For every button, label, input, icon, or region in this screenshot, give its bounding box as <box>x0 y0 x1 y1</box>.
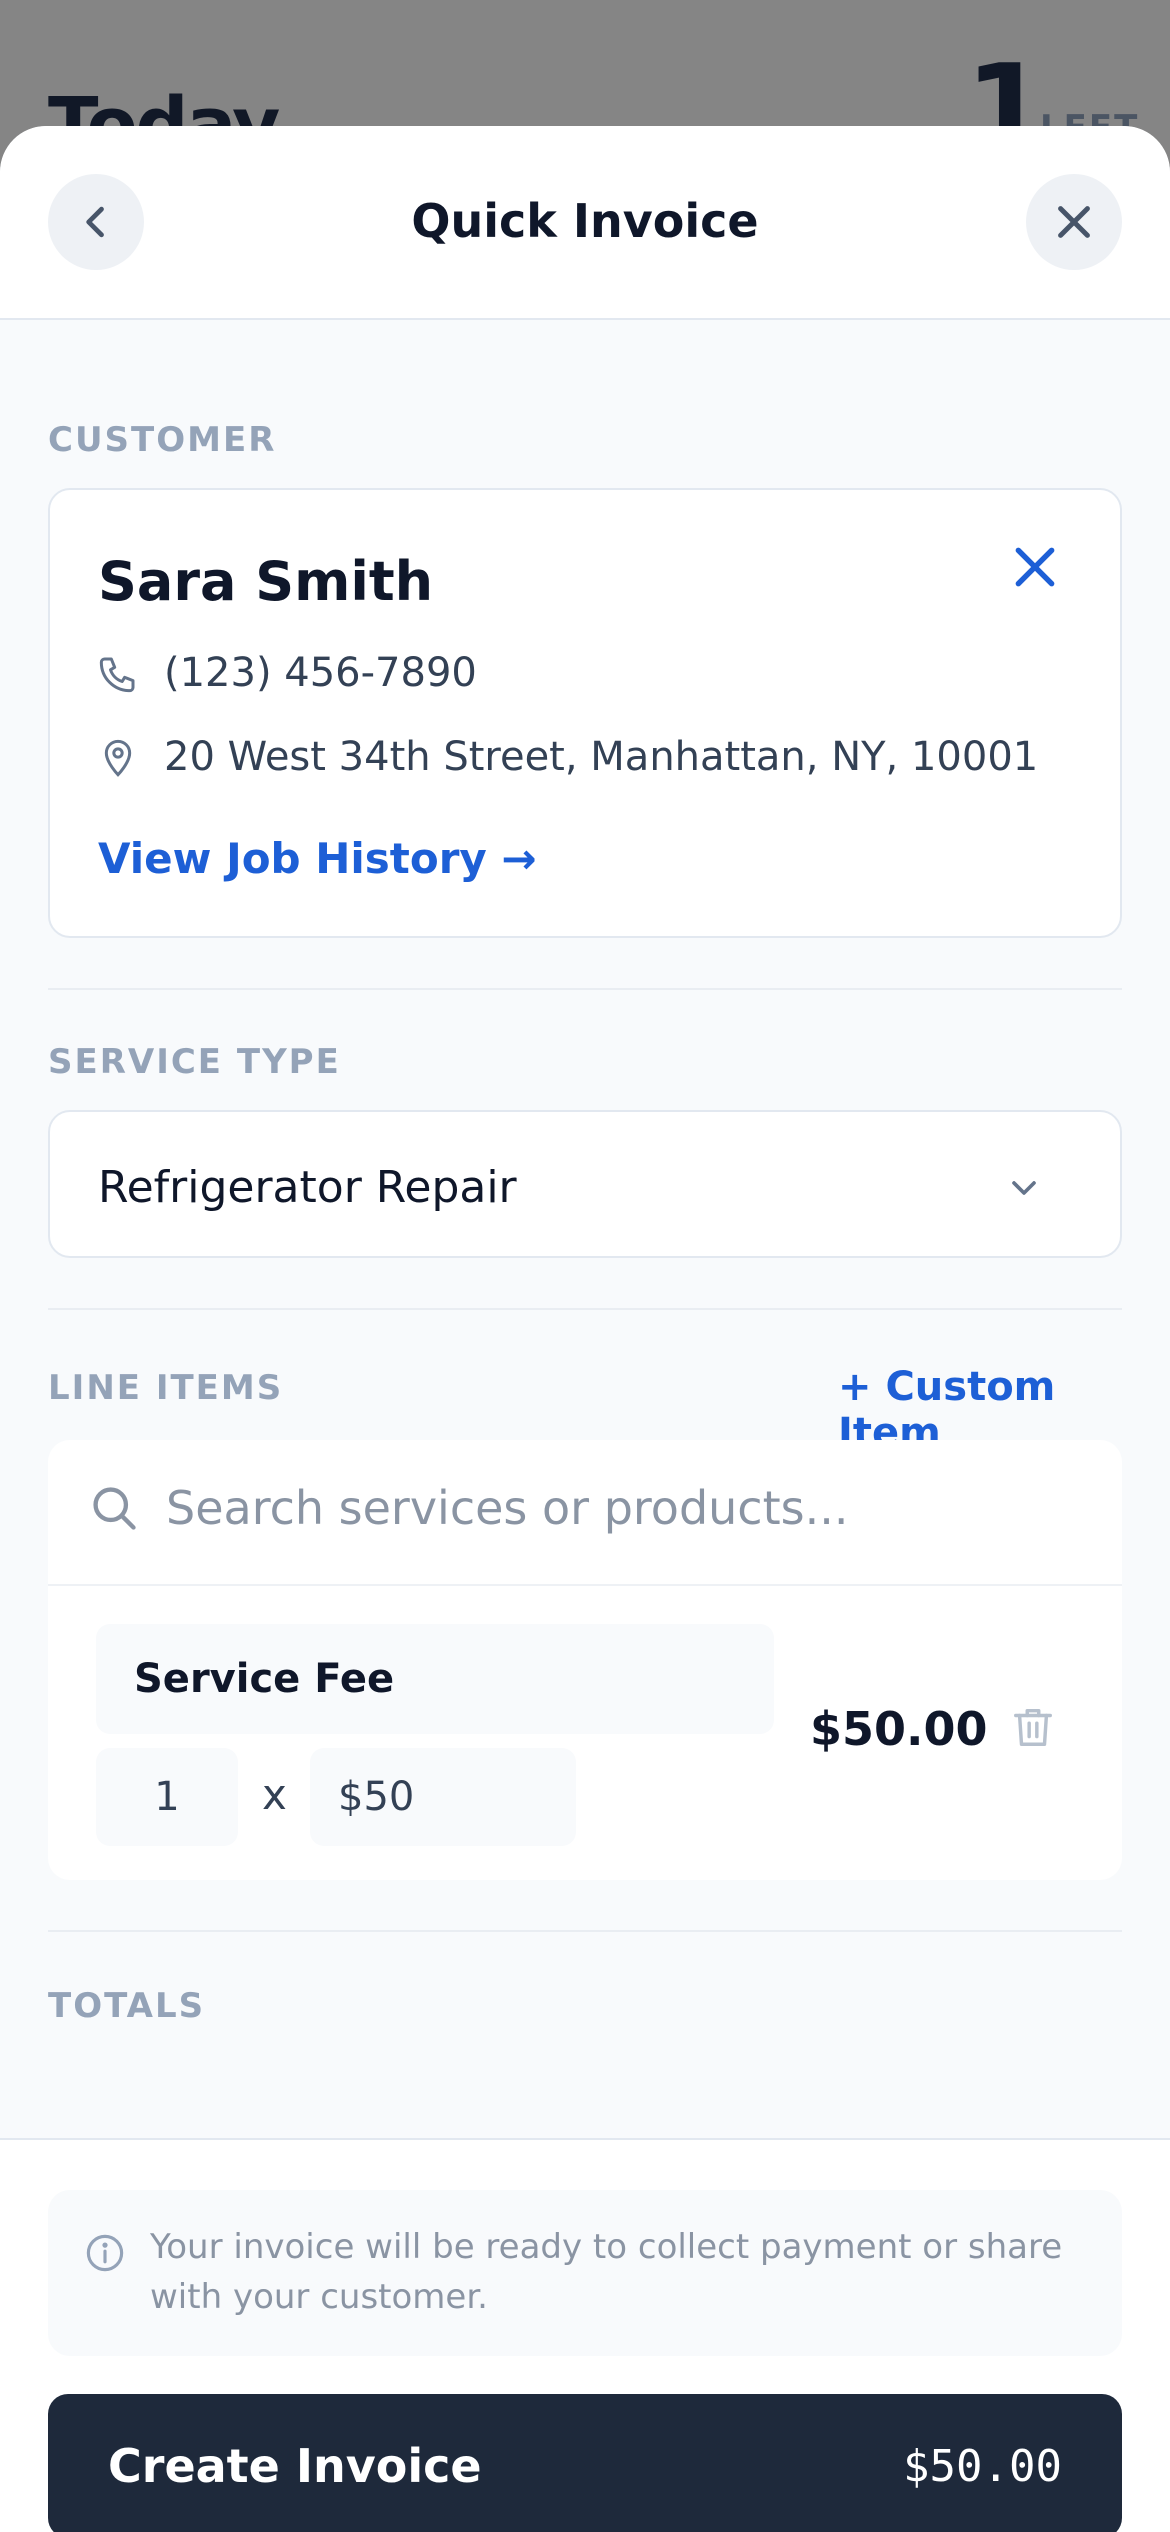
chevron-down-icon <box>1012 1181 1036 1195</box>
remove-customer-icon[interactable] <box>1010 542 1060 592</box>
sheet-footer: Your invoice will be ready to collect pa… <box>0 2138 1170 2532</box>
trash-icon[interactable] <box>1010 1702 1056 1752</box>
view-job-history-link[interactable]: View Job History → <box>98 834 537 883</box>
search-icon <box>93 1487 136 1530</box>
search-separator <box>48 1584 1122 1586</box>
service-type-value: Refrigerator Repair <box>98 1162 517 1213</box>
service-type-section-label: SERVICE TYPE <box>48 1042 341 1082</box>
info-icon <box>86 2234 124 2272</box>
section-divider <box>48 1930 1122 1932</box>
page-title: Quick Invoice <box>411 194 759 248</box>
section-divider <box>48 1308 1122 1310</box>
info-notice: Your invoice will be ready to collect pa… <box>48 2190 1122 2356</box>
phone-icon <box>99 657 135 693</box>
backdrop[interactable]: Today 1 LEFT <box>0 0 1170 140</box>
close-icon <box>1058 206 1090 238</box>
multiply-sign: x <box>262 1770 287 1819</box>
line-item-name-field[interactable]: Service Fee <box>96 1624 774 1734</box>
background-count: 1 <box>965 40 1049 140</box>
sheet-header: Quick Invoice <box>0 126 1170 320</box>
search-input[interactable] <box>166 1468 1066 1548</box>
totals-section-label: TOTALS <box>48 1986 206 2026</box>
line-item-total: $50.00 <box>810 1702 988 1756</box>
create-invoice-button[interactable]: Create Invoice $50.00 <box>48 2394 1122 2532</box>
service-type-select[interactable]: Refrigerator Repair <box>48 1110 1122 1258</box>
customer-name: Sara Smith <box>98 550 434 613</box>
location-pin-icon <box>104 739 132 777</box>
create-invoice-total: $50.00 <box>903 2440 1062 2492</box>
customer-card: Sara Smith (123) 456-7890 20 West 34th S… <box>48 488 1122 938</box>
invoice-sheet: Quick Invoice CUSTOMER Sara Smith (123) … <box>0 126 1170 2532</box>
customer-phone[interactable]: (123) 456-7890 <box>164 650 477 696</box>
line-items-section-label: LINE ITEMS <box>48 1368 284 1408</box>
info-text: Your invoice will be ready to collect pa… <box>150 2227 1063 2317</box>
customer-address: 20 West 34th Street, Manhattan, NY, 1000… <box>164 734 1039 780</box>
line-item-price-field[interactable]: $50 <box>310 1748 576 1846</box>
customer-section-label: CUSTOMER <box>48 420 277 460</box>
section-divider <box>48 988 1122 990</box>
create-invoice-label: Create Invoice <box>108 2439 482 2493</box>
close-button[interactable] <box>1026 174 1122 270</box>
line-item-quantity-field[interactable]: 1 <box>96 1748 238 1846</box>
line-items-card: Service Fee 1 x $50 $50.00 <box>48 1440 1122 1880</box>
